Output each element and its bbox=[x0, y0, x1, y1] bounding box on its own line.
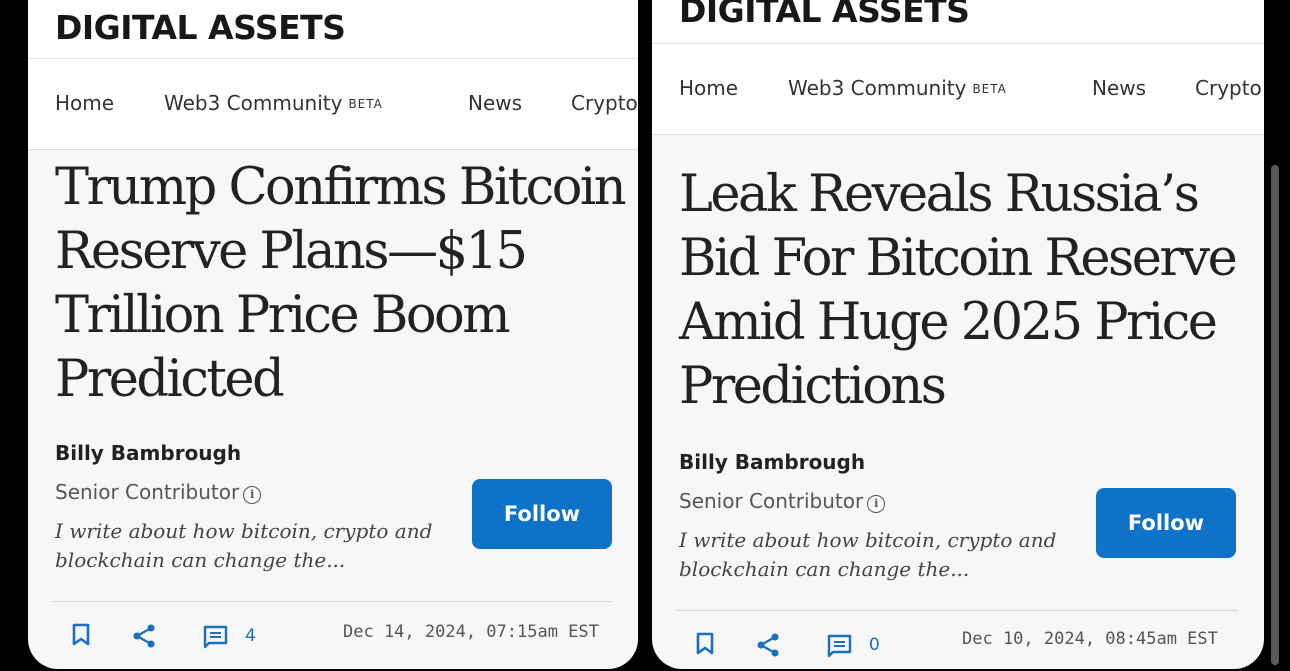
nav-crypto[interactable]: Crypto bbox=[1195, 76, 1262, 100]
nav-web3-label: Web3 Community bbox=[788, 76, 967, 100]
comment-count[interactable]: 0 bbox=[869, 635, 880, 655]
bookmark-icon[interactable] bbox=[70, 623, 92, 652]
author-name[interactable]: Billy Bambrough bbox=[679, 450, 865, 474]
nav-crypto[interactable]: Crypto bbox=[571, 91, 638, 115]
article-headline: Leak Reveals Russia’s Bid For Bitcoin Re… bbox=[679, 165, 1238, 416]
author-role: Senior Contributor i bbox=[679, 489, 886, 513]
nav-news[interactable]: News bbox=[468, 91, 522, 115]
divider bbox=[53, 601, 612, 602]
section-logo[interactable]: DIGITAL ASSETS bbox=[679, 0, 970, 30]
comment-icon[interactable] bbox=[827, 634, 852, 663]
author-role-label: Senior Contributor bbox=[679, 489, 864, 513]
author-role: Senior Contributor i bbox=[55, 480, 262, 504]
nav-home[interactable]: Home bbox=[55, 91, 114, 115]
nav-web3-community[interactable]: Web3 Community BETA bbox=[788, 76, 1007, 100]
share-icon[interactable] bbox=[755, 632, 781, 663]
comment-icon[interactable] bbox=[203, 625, 228, 654]
beta-badge: BETA bbox=[972, 82, 1007, 96]
info-icon[interactable]: i bbox=[867, 495, 886, 513]
article-headline: Trump Confirms Bitcoin Reserve Plans—$15… bbox=[55, 158, 627, 409]
section-logo[interactable]: DIGITAL ASSETS bbox=[55, 8, 346, 47]
section-nav: Home Web3 Community BETA News Crypto bbox=[28, 58, 638, 150]
beta-badge: BETA bbox=[348, 97, 383, 111]
follow-button[interactable]: Follow bbox=[1096, 488, 1236, 558]
author-role-label: Senior Contributor bbox=[55, 480, 240, 504]
article-card-left: DIGITAL ASSETS Home Web3 Community BETA N… bbox=[28, 0, 638, 669]
author-name[interactable]: Billy Bambrough bbox=[55, 441, 241, 465]
author-bio: I write about how bitcoin, crypto and bl… bbox=[55, 519, 433, 572]
share-icon[interactable] bbox=[131, 623, 157, 654]
nav-web3-label: Web3 Community bbox=[164, 91, 343, 115]
brand-bar: DIGITAL ASSETS bbox=[28, 0, 638, 58]
article-card-right: DIGITAL ASSETS Home Web3 Community BETA N… bbox=[652, 0, 1264, 669]
info-icon[interactable]: i bbox=[243, 486, 262, 504]
bookmark-icon[interactable] bbox=[694, 632, 716, 661]
nav-web3-community[interactable]: Web3 Community BETA bbox=[164, 91, 383, 115]
brand-bar: DIGITAL ASSETS bbox=[652, 0, 1264, 43]
divider bbox=[677, 610, 1238, 611]
section-nav: Home Web3 Community BETA News Crypto bbox=[652, 43, 1264, 135]
author-bio: I write about how bitcoin, crypto and bl… bbox=[679, 528, 1057, 581]
comment-count[interactable]: 4 bbox=[245, 626, 256, 646]
nav-news[interactable]: News bbox=[1092, 76, 1146, 100]
publish-date: Dec 10, 2024, 08:45am EST bbox=[962, 629, 1218, 649]
publish-date: Dec 14, 2024, 07:15am EST bbox=[343, 622, 599, 642]
nav-home[interactable]: Home bbox=[679, 76, 738, 100]
scrollbar[interactable] bbox=[1271, 165, 1279, 665]
follow-button[interactable]: Follow bbox=[472, 479, 612, 549]
